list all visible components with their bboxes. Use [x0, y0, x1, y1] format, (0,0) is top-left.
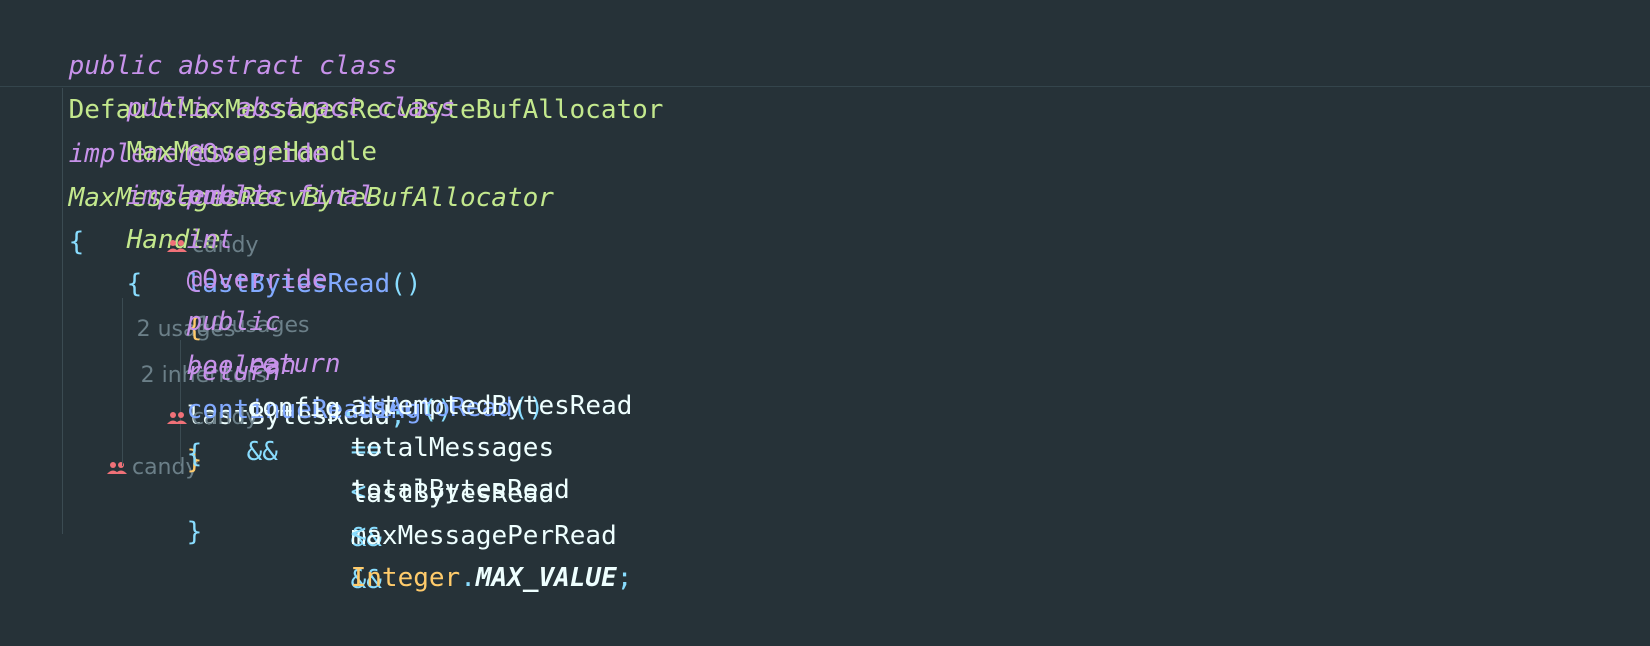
code-line[interactable]: @Override 10 usages candy: [124, 214, 328, 430]
code-line[interactable]: @Override candy: [124, 88, 328, 258]
indent-guide: [122, 298, 123, 466]
operator: <: [350, 519, 367, 549]
dot: .: [460, 563, 476, 593]
code-line[interactable]: totalMessages < maxMessagePerRead &&: [288, 382, 617, 595]
code-line[interactable]: return config.isAutoRead() &&: [184, 298, 544, 467]
identifier: maxMessagePerRead: [350, 521, 617, 551]
close-brace: }: [186, 517, 203, 547]
code-line[interactable]: public final int lastBytesRead() { retur…: [124, 130, 422, 475]
code-line[interactable]: public boolean continueReading() {: [124, 256, 453, 469]
class-reference: Integer: [350, 563, 461, 593]
sticky-line-inner-class[interactable]: public abstract class MaxMessageHandle i…: [64, 42, 455, 480]
modifiers: public final: [186, 181, 375, 211]
sticky-lines-separator: [0, 86, 1650, 87]
code-line[interactable]: }: [124, 466, 203, 547]
code-editor[interactable]: public abstract class DefaultMaxMessages…: [0, 0, 1650, 595]
constant: MAX_VALUE: [475, 563, 617, 593]
indent-guide: [62, 88, 63, 534]
operator: &&: [246, 437, 278, 467]
identifier: totalBytesRead: [350, 475, 570, 505]
sticky-line-outer-class[interactable]: public abstract class DefaultMaxMessages…: [6, 0, 664, 257]
code-line[interactable]: totalBytesRead < Integer.MAX_VALUE;: [288, 424, 633, 593]
code-line[interactable]: attemptedBytesRead == lastBytesRead &&: [288, 340, 633, 553]
semicolon: ;: [616, 563, 633, 593]
